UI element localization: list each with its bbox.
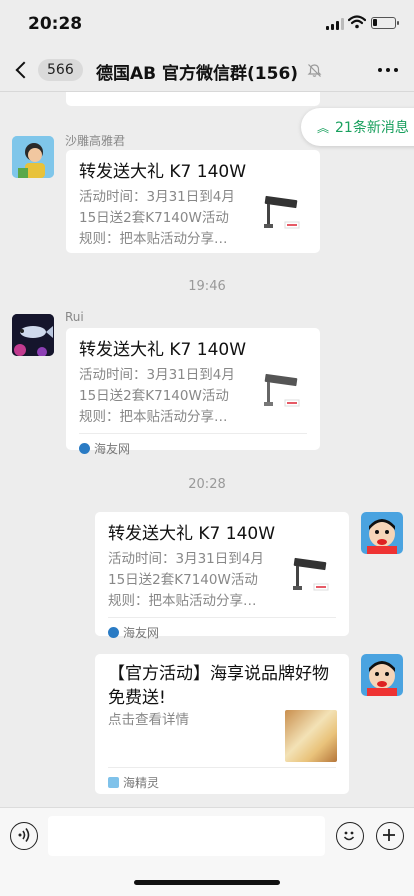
voice-input-button[interactable]	[10, 822, 38, 850]
avatar[interactable]	[361, 512, 403, 554]
home-indicator[interactable]	[134, 880, 280, 885]
card-source: 海精灵	[108, 767, 336, 791]
link-card[interactable]: 【官方活动】海享说品牌好物 免费送! 点击查看详情 海精灵	[95, 654, 349, 794]
avatar-image	[361, 512, 403, 554]
card-desc-line: 活动时间：3月31日到4月	[79, 367, 235, 383]
card-title: 转发送大礼 K7 140W	[108, 524, 276, 544]
sender-name: Rui	[65, 310, 84, 324]
avatar[interactable]	[12, 314, 54, 356]
lamp-product-icon	[264, 195, 300, 229]
avatar-image	[12, 136, 54, 178]
chat-title: 德国AB 官方微信群(156)	[96, 64, 299, 84]
source-label: 海友网	[94, 442, 131, 456]
timestamp: 19:46	[188, 279, 226, 294]
card-thumbnail	[285, 710, 337, 762]
nav-bar: 566 德国AB 官方微信群(156)	[0, 48, 414, 92]
card-source: 海友网	[108, 617, 336, 641]
avatar[interactable]	[361, 654, 403, 696]
emoji-button[interactable]	[336, 822, 364, 850]
link-card[interactable]: 转发送大礼 K7 140W 活动时间：3月31日到4月 15日送2套K7140W…	[95, 512, 349, 640]
plus-icon	[383, 829, 395, 841]
card-desc-line: 点击查看详情	[108, 712, 189, 728]
double-chevron-up-icon: ︽	[317, 120, 330, 135]
card-desc-line: 活动时间：3月31日到4月	[108, 551, 264, 567]
card-title-line: 免费送!	[108, 688, 166, 708]
chat-area[interactable]: 沙雕高雅君 转发送大礼 K7 140W 活动时间：3月31日到4月 15日送2套…	[0, 92, 414, 807]
card-desc-line: 15日送2套K7140W活动	[108, 572, 258, 588]
more-dot	[386, 68, 390, 72]
source-logo-icon	[108, 777, 119, 788]
card-desc-line: 规则：把本贴活动分享…	[108, 593, 257, 609]
card-desc-line: 规则：把本贴活动分享…	[79, 409, 228, 425]
lamp-product-icon	[264, 373, 300, 407]
source-label: 海精灵	[123, 776, 160, 790]
card-desc-line: 15日送2套K7140W活动	[79, 210, 229, 226]
link-card[interactable]: 转发送大礼 K7 140W 活动时间：3月31日到4月 15日送2套K7140W…	[66, 328, 320, 456]
lamp-product-icon	[293, 557, 329, 591]
status-bar: 20:28	[0, 0, 414, 48]
unread-count-badge: 566	[38, 59, 83, 81]
card-title: 转发送大礼 K7 140W	[79, 340, 247, 360]
previous-message-card[interactable]	[66, 92, 320, 106]
status-time: 20:28	[28, 14, 83, 34]
more-options-button[interactable]	[378, 68, 398, 72]
avatar-image	[12, 314, 54, 356]
battery-level	[373, 19, 377, 26]
message-input[interactable]	[48, 816, 325, 856]
card-source: 海友网	[79, 433, 307, 457]
battery-icon	[371, 17, 399, 29]
avatar[interactable]	[12, 136, 54, 178]
avatar-image	[361, 654, 403, 696]
back-button[interactable]: 566	[12, 56, 83, 84]
chevron-left-icon	[15, 61, 33, 79]
card-title: 转发送大礼 K7 140W	[79, 162, 247, 182]
new-messages-button[interactable]: ︽ 21条新消息	[301, 108, 414, 146]
timestamp: 20:28	[188, 477, 226, 492]
source-label: 海友网	[123, 626, 160, 640]
card-desc-line: 15日送2套K7140W活动	[79, 388, 229, 404]
voice-icon	[18, 828, 30, 842]
card-desc-line: 活动时间：3月31日到4月	[79, 189, 235, 205]
cellular-signal-icon	[326, 18, 344, 30]
card-title-line: 【官方活动】海享说品牌好物	[108, 664, 329, 684]
source-logo-icon	[79, 443, 90, 454]
more-dot	[394, 68, 398, 72]
card-desc-line: 规则：把本贴活动分享…	[79, 231, 228, 247]
source-logo-icon	[108, 627, 119, 638]
wifi-icon	[348, 15, 366, 29]
link-card[interactable]: 转发送大礼 K7 140W 活动时间：3月31日到4月 15日送2套K7140W…	[66, 150, 320, 253]
emoji-icon	[343, 831, 355, 841]
mute-bell-icon	[307, 64, 322, 77]
new-messages-label: 21条新消息	[335, 120, 409, 136]
sender-name: 沙雕高雅君	[65, 134, 126, 148]
more-functions-button[interactable]	[376, 822, 404, 850]
more-dot	[378, 68, 382, 72]
